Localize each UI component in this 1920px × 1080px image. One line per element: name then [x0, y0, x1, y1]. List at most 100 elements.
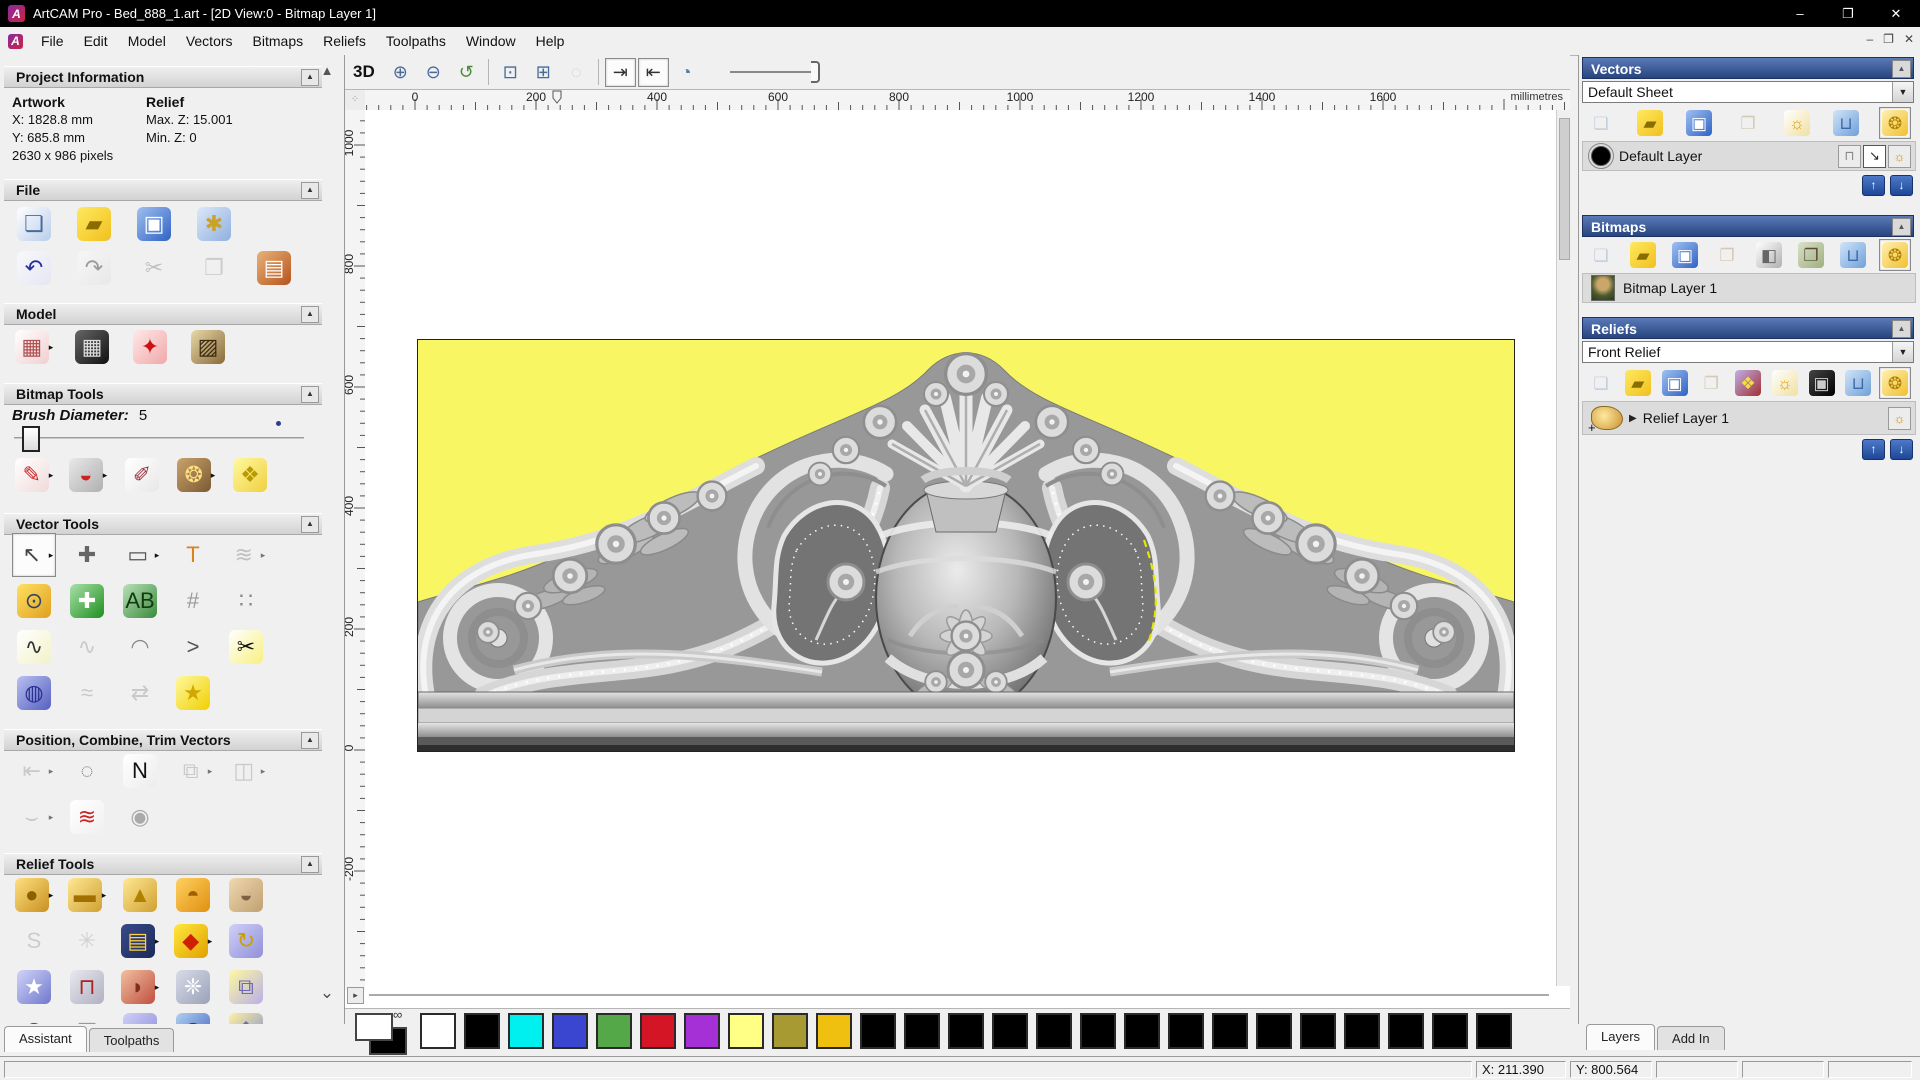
- angled-plane-icon[interactable]: ❖: [224, 1008, 268, 1024]
- collapse-vectors-panel-icon[interactable]: ▲: [1892, 60, 1911, 78]
- horizontal-scrollbar[interactable]: ▸: [345, 986, 1556, 1004]
- palette-swatch-23[interactable]: [1432, 1013, 1468, 1049]
- flood-fill-flyout-icon[interactable]: ▸: [103, 470, 108, 481]
- open-relief-layer-icon[interactable]: ▰: [1622, 367, 1654, 399]
- layer-visibility-icon[interactable]: ☼: [1888, 144, 1911, 168]
- palette-swatch-21[interactable]: [1344, 1013, 1380, 1049]
- palette-swatch-2[interactable]: [508, 1013, 544, 1049]
- menu-vectors[interactable]: Vectors: [176, 29, 243, 53]
- menu-help[interactable]: Help: [526, 29, 575, 53]
- palette-swatch-22[interactable]: [1388, 1013, 1424, 1049]
- delete-vector-layer-icon[interactable]: ⊔: [1830, 107, 1862, 139]
- move-layer-down-icon[interactable]: ↓: [1890, 175, 1913, 196]
- model-page[interactable]: [365, 110, 1570, 990]
- palette-swatch-19[interactable]: [1256, 1013, 1292, 1049]
- minimize-button[interactable]: –: [1776, 0, 1824, 27]
- preview-relief-icon[interactable]: ◔: [671, 58, 702, 87]
- vector-sheet-select[interactable]: Default Sheet ▼: [1582, 81, 1914, 103]
- panel-scroll-down-icon[interactable]: ⌄: [318, 983, 336, 1003]
- redo-icon[interactable]: ↷: [72, 246, 116, 290]
- expand-relief-layer-icon[interactable]: ▶: [1629, 413, 1637, 424]
- pane-splitter-icon[interactable]: ▸: [347, 987, 364, 1004]
- palette-swatch-15[interactable]: [1080, 1013, 1116, 1049]
- delete-relief-layer-icon[interactable]: ⊔: [1842, 367, 1874, 399]
- distort-mesh-icon[interactable]: #: [171, 579, 215, 623]
- text-on-curve-icon[interactable]: ◌: [65, 749, 109, 793]
- palette-swatch-9[interactable]: [816, 1013, 852, 1049]
- chevron-down-icon[interactable]: ▼: [1892, 82, 1913, 102]
- align-vectors-flyout-icon[interactable]: ▸: [49, 766, 54, 777]
- palette-swatch-7[interactable]: [728, 1013, 764, 1049]
- open-model-icon[interactable]: ▰: [72, 202, 116, 246]
- block-paste-icon[interactable]: ∷: [224, 579, 268, 623]
- spiral-icon[interactable]: ◉: [118, 795, 162, 839]
- copy-bitmap-layer-icon[interactable]: ❐: [1795, 239, 1827, 271]
- zero-rest-relief-flyout-icon[interactable]: ▸: [208, 936, 213, 947]
- transform-vectors-icon[interactable]: ✚: [65, 533, 109, 577]
- collapse-reliefs-panel-icon[interactable]: ▲: [1892, 320, 1911, 338]
- toggle-bitmap-visibility-icon[interactable]: ⇥: [604, 57, 636, 87]
- measure-icon[interactable]: ⊙: [12, 579, 56, 623]
- layer-lock-icon[interactable]: ⊓: [1838, 144, 1861, 168]
- paint-flyout-icon[interactable]: ▸: [49, 470, 54, 481]
- create-text-icon[interactable]: T: [171, 533, 215, 577]
- fade-relief-flyout-icon[interactable]: ▸: [155, 982, 160, 993]
- palette-swatch-20[interactable]: [1300, 1013, 1336, 1049]
- texture-flood-icon[interactable]: ❖: [228, 453, 272, 497]
- collapse-bitmaps-panel-icon[interactable]: ▲: [1892, 218, 1911, 236]
- wireframe-basket-icon[interactable]: ▦: [65, 1008, 109, 1025]
- collapse-position-tools-icon[interactable]: ▲: [301, 732, 319, 749]
- load-relief-icon[interactable]: ● ▸: [12, 873, 56, 917]
- texture-sphere-icon[interactable]: ◍: [171, 1008, 215, 1024]
- select-vectors-flyout-icon[interactable]: ▸: [49, 550, 54, 561]
- fit-arcs-icon[interactable]: >: [171, 625, 215, 669]
- menu-reliefs[interactable]: Reliefs: [313, 29, 376, 53]
- zoom-box-icon[interactable]: ⊡: [495, 58, 526, 87]
- paste-icon[interactable]: ▤: [252, 246, 296, 290]
- move-relief-up-icon[interactable]: ↑: [1862, 439, 1885, 460]
- merge-low-icon[interactable]: ◒: [224, 873, 268, 917]
- relief-layer-row[interactable]: + ▶ Relief Layer 1 ☼: [1582, 401, 1916, 435]
- all-reliefs-on-icon[interactable]: ❂: [1879, 367, 1911, 399]
- create-shape-star-icon[interactable]: ★: [12, 965, 56, 1009]
- palette-swatch-13[interactable]: [992, 1013, 1028, 1049]
- create-relief-block-flyout-icon[interactable]: ▸: [102, 890, 107, 901]
- create-rectangle-flyout-icon[interactable]: ▸: [155, 550, 160, 561]
- new-model-icon[interactable]: ❏: [12, 202, 56, 246]
- all-bitmaps-on-icon[interactable]: ❂: [1879, 239, 1911, 271]
- contrast-slider-handle[interactable]: [810, 61, 820, 83]
- flood-fill-icon[interactable]: ◒ ▸: [66, 453, 110, 497]
- move-layer-up-icon[interactable]: ↑: [1862, 175, 1885, 196]
- set-model-size-icon[interactable]: ▦ ▸: [12, 325, 56, 369]
- relief-clipart-book-icon[interactable]: ▤ ▸: [118, 919, 162, 963]
- create-relief-block-icon[interactable]: ▬ ▸: [65, 873, 109, 917]
- palette-swatch-17[interactable]: [1168, 1013, 1204, 1049]
- relief-greyscale-icon[interactable]: ▣: [1806, 367, 1838, 399]
- palette-swatch-3[interactable]: [552, 1013, 588, 1049]
- palette-swatch-6[interactable]: [684, 1013, 720, 1049]
- brush-diameter-slider[interactable]: [14, 437, 304, 439]
- zoom-out-icon[interactable]: ⊖: [418, 58, 449, 87]
- star-tool-icon[interactable]: ★: [171, 671, 215, 715]
- palette-swatch-11[interactable]: [904, 1013, 940, 1049]
- bitmap-contrast-slider[interactable]: [729, 71, 815, 73]
- offset-relief-icon[interactable]: ⧉: [224, 965, 268, 1009]
- nesting-icon[interactable]: N: [118, 749, 162, 793]
- load-relief-flyout-icon[interactable]: ▸: [49, 890, 54, 901]
- save-model-icon[interactable]: ▣: [132, 202, 176, 246]
- relief-envelope-icon[interactable]: ↻: [224, 919, 268, 963]
- ruler-origin-icon[interactable]: ⁘: [345, 90, 366, 111]
- close-button[interactable]: ✕: [1872, 0, 1920, 27]
- toggle-relief-visibility-icon[interactable]: ☼: [1769, 367, 1801, 399]
- all-layers-on-icon[interactable]: ❂: [1879, 107, 1911, 139]
- texture-from-image-icon[interactable]: ▨: [186, 325, 230, 369]
- palette-swatch-18[interactable]: [1212, 1013, 1248, 1049]
- collapse-relief-tools-icon[interactable]: ▲: [301, 856, 319, 873]
- relief-artwork[interactable]: [417, 339, 1515, 752]
- dome-purple-icon[interactable]: ◓: [118, 1008, 162, 1024]
- palette-swatch-0[interactable]: [420, 1013, 456, 1049]
- create-arc-icon[interactable]: ◠: [118, 625, 162, 669]
- save-relief-layer-icon[interactable]: ▣: [1659, 367, 1691, 399]
- collapse-file-icon[interactable]: ▲: [301, 182, 319, 199]
- toggle-layer-visibility-icon[interactable]: ☼: [1781, 107, 1813, 139]
